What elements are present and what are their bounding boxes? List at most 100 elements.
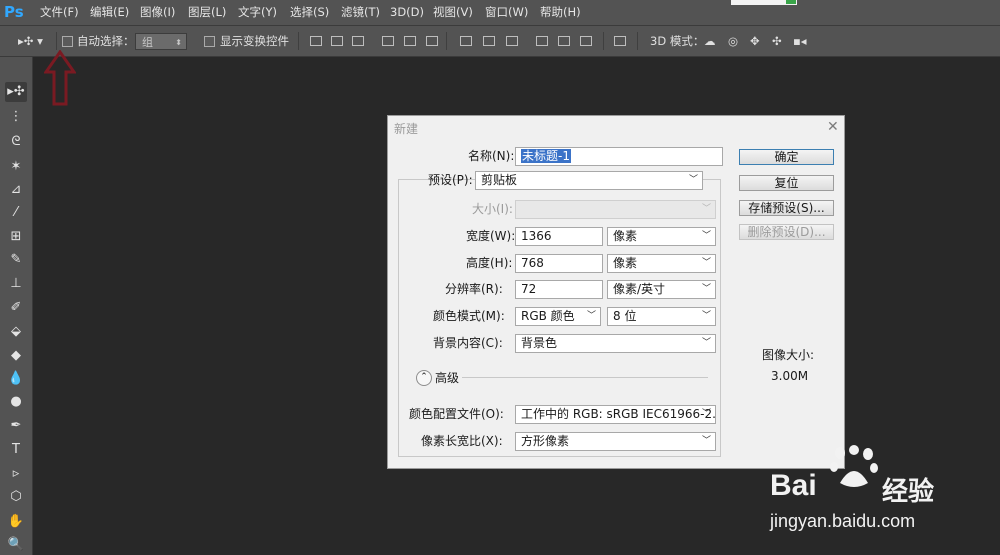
- menu-type[interactable]: 文字(Y): [238, 0, 277, 25]
- divider: [298, 32, 299, 50]
- 3d-roll-icon[interactable]: ◎: [728, 26, 738, 56]
- advanced-label: 高级: [435, 371, 460, 385]
- progress-indicator: [786, 0, 796, 4]
- background-select[interactable]: 背景色 ﹀: [515, 334, 716, 353]
- align-left-icon[interactable]: [382, 36, 394, 46]
- name-value: 未标题-1: [521, 149, 571, 163]
- 3d-rotate-icon[interactable]: ☁: [704, 26, 716, 56]
- advanced-divider: [462, 377, 708, 378]
- pen-tool-icon[interactable]: ✒: [5, 416, 27, 436]
- auto-select-label: 自动选择：: [77, 34, 135, 48]
- distribute-vcenter-icon[interactable]: [483, 36, 495, 46]
- advanced-toggle-icon[interactable]: ⌃: [416, 370, 432, 386]
- lasso-tool-icon[interactable]: ᘓ: [5, 132, 27, 152]
- menu-view[interactable]: 视图(V): [433, 0, 473, 25]
- color-mode-value: RGB 颜色: [521, 309, 575, 323]
- history-brush-tool-icon[interactable]: ✐: [5, 298, 27, 318]
- profile-select[interactable]: 工作中的 RGB: sRGB IEC61966-2.1 ﹀: [515, 405, 716, 424]
- brush-tool-icon[interactable]: ✎: [5, 250, 27, 270]
- paint-bucket-tool-icon[interactable]: ◆: [5, 346, 27, 366]
- auto-select-target-select[interactable]: 组 ⬍: [135, 33, 187, 50]
- save-preset-button[interactable]: 存储预设(S)...: [739, 200, 834, 216]
- chevron-down-icon: ﹀: [701, 311, 711, 321]
- crop-tool-icon[interactable]: ⊿: [5, 180, 27, 200]
- resolution-unit-value: 像素/英寸: [613, 282, 666, 296]
- background-value: 背景色: [521, 336, 558, 350]
- size-select: ﹀: [515, 200, 716, 219]
- align-bottom-icon[interactable]: [352, 36, 364, 46]
- eyedropper-tool-icon[interactable]: ⁄: [5, 203, 27, 223]
- aspect-select[interactable]: 方形像素 ﹀: [515, 432, 716, 451]
- align-right-icon[interactable]: [426, 36, 438, 46]
- preset-label: 预设(P):: [428, 173, 473, 187]
- watermark-url: jingyan.baidu.com: [770, 511, 916, 531]
- auto-align-icon[interactable]: [614, 36, 626, 46]
- marquee-tool-icon[interactable]: ⋮: [5, 107, 27, 127]
- width-field[interactable]: 1366: [515, 227, 603, 246]
- zoom-tool-icon[interactable]: 🔍: [5, 535, 27, 555]
- aspect-value: 方形像素: [521, 434, 570, 448]
- distribute-hcenter-icon[interactable]: [558, 36, 570, 46]
- resolution-label: 分辨率(R):: [445, 282, 503, 296]
- chevron-down-icon: ﹀: [701, 436, 711, 446]
- chevron-down-icon: ﹀: [701, 409, 711, 419]
- menu-edit[interactable]: 编辑(E): [90, 0, 129, 25]
- width-label: 宽度(W):: [466, 229, 516, 243]
- menu-file[interactable]: 文件(F): [40, 0, 79, 25]
- quick-select-tool-icon[interactable]: ✶: [5, 157, 27, 177]
- menu-image[interactable]: 图像(I): [140, 0, 175, 25]
- size-label: 大小(I):: [472, 202, 513, 216]
- preset-select[interactable]: 剪贴板 ﹀: [475, 171, 703, 190]
- type-tool-icon[interactable]: T: [5, 440, 27, 460]
- close-icon[interactable]: ✕: [827, 119, 839, 135]
- stamp-tool-icon[interactable]: ⊥: [5, 274, 27, 294]
- resolution-field[interactable]: 72: [515, 280, 603, 299]
- height-unit-select[interactable]: 像素 ﹀: [607, 254, 716, 273]
- 3d-camera-icon[interactable]: ▪◂: [793, 26, 807, 56]
- hand-tool-icon[interactable]: ✋: [5, 512, 27, 532]
- dodge-tool-icon[interactable]: ●: [5, 392, 27, 412]
- profile-value: 工作中的 RGB: sRGB IEC61966-2.1: [521, 407, 716, 421]
- chevron-down-icon: ﹀: [701, 258, 711, 268]
- menu-filter[interactable]: 滤镜(T): [341, 0, 380, 25]
- menu-window[interactable]: 窗口(W): [485, 0, 528, 25]
- menu-select[interactable]: 选择(S): [290, 0, 329, 25]
- distribute-left-icon[interactable]: [536, 36, 548, 46]
- blur-tool-icon[interactable]: 💧: [5, 369, 27, 389]
- align-vcenter-icon[interactable]: [331, 36, 343, 46]
- color-mode-select[interactable]: RGB 颜色 ﹀: [515, 307, 601, 326]
- bit-depth-select[interactable]: 8 位 ﹀: [607, 307, 716, 326]
- toolbox: ▸✣ ⋮ ᘓ ✶ ⊿ ⁄ ⊞ ✎ ⊥ ✐ ⬙ ◆ 💧 ● ✒ T ▹ ⬡ ✋ 🔍: [0, 57, 33, 555]
- distribute-right-icon[interactable]: [580, 36, 592, 46]
- ok-button[interactable]: 确定: [739, 149, 834, 165]
- resolution-unit-select[interactable]: 像素/英寸 ﹀: [607, 280, 716, 299]
- move-tool-preset-icon[interactable]: ▸✣ ▾: [18, 26, 43, 56]
- align-top-icon[interactable]: [310, 36, 322, 46]
- auto-select-checkbox[interactable]: [62, 36, 73, 47]
- menu-help[interactable]: 帮助(H): [540, 0, 581, 25]
- menu-layer[interactable]: 图层(L): [188, 0, 226, 25]
- reset-button[interactable]: 复位: [739, 175, 834, 191]
- bit-depth-value: 8 位: [613, 309, 637, 323]
- height-label: 高度(H):: [466, 256, 513, 270]
- baidu-jingyan-watermark: Bai 经验 jingyan.baidu.com: [770, 445, 980, 545]
- 3d-pan-icon[interactable]: ✥: [750, 26, 760, 56]
- chevron-down-icon: ﹀: [688, 175, 698, 185]
- divider: [446, 32, 447, 50]
- show-transform-checkbox[interactable]: [204, 36, 215, 47]
- healing-tool-icon[interactable]: ⊞: [5, 227, 27, 247]
- width-unit-select[interactable]: 像素 ﹀: [607, 227, 716, 246]
- menu-3d[interactable]: 3D(D): [390, 0, 424, 25]
- move-tool-icon[interactable]: ▸✣: [5, 82, 27, 102]
- eraser-tool-icon[interactable]: ⬙: [5, 322, 27, 342]
- distribute-top-icon[interactable]: [460, 36, 472, 46]
- 3d-slide-icon[interactable]: ✣: [772, 26, 782, 56]
- distribute-bottom-icon[interactable]: [506, 36, 518, 46]
- path-select-tool-icon[interactable]: ▹: [5, 464, 27, 484]
- height-field[interactable]: 768: [515, 254, 603, 273]
- shape-tool-icon[interactable]: ⬡: [5, 487, 27, 507]
- new-document-dialog: 新建 ✕ 名称(N): 未标题-1 预设(P): 剪贴板 ﹀ 大小(I): ﹀ 宽…: [387, 115, 845, 469]
- align-hcenter-icon[interactable]: [404, 36, 416, 46]
- height-unit-value: 像素: [613, 256, 638, 270]
- name-field[interactable]: 未标题-1: [515, 147, 723, 166]
